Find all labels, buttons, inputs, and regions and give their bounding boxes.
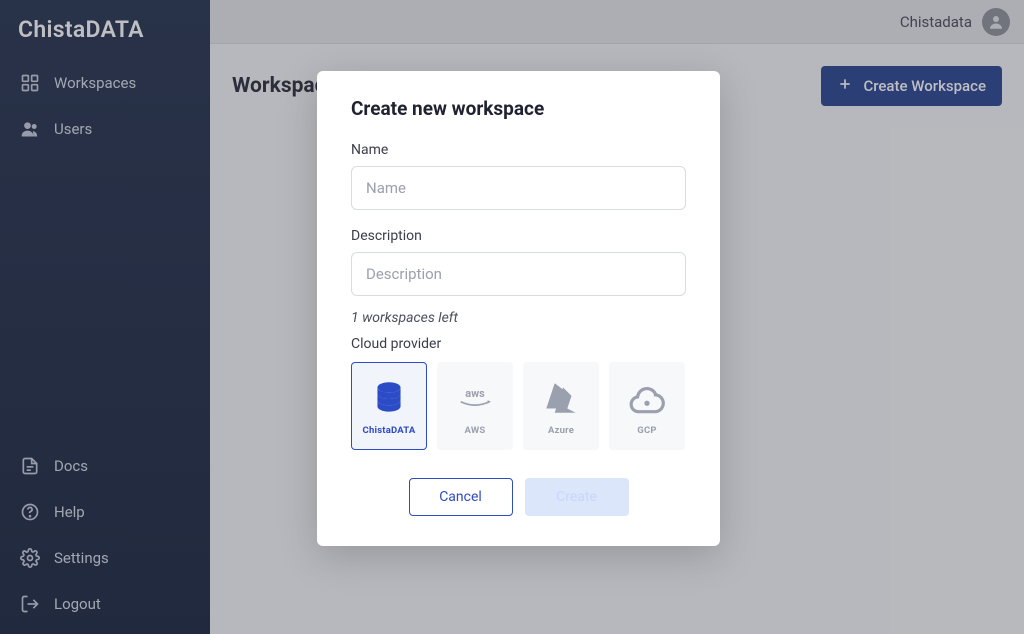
provider-list: ChistaDATA aws AWS Azure GCP — [351, 362, 686, 450]
aws-icon: aws — [454, 377, 496, 419]
provider-label: GCP — [637, 425, 656, 436]
provider-label: Azure — [548, 425, 574, 436]
provider-chistadata[interactable]: ChistaDATA — [351, 362, 427, 450]
svg-text:aws: aws — [465, 387, 485, 400]
modal-actions: Cancel Create — [351, 478, 686, 516]
modal-title: Create new workspace — [351, 97, 686, 120]
cancel-button[interactable]: Cancel — [409, 478, 513, 516]
provider-azure[interactable]: Azure — [523, 362, 599, 450]
create-workspace-modal: Create new workspace Name Description 1 … — [317, 71, 720, 546]
gcp-icon — [626, 377, 668, 419]
workspaces-left-hint: 1 workspaces left — [351, 310, 686, 326]
provider-label: AWS — [465, 425, 486, 436]
provider-gcp[interactable]: GCP — [609, 362, 685, 450]
cloud-provider-label: Cloud provider — [351, 336, 686, 352]
provider-aws[interactable]: aws AWS — [437, 362, 513, 450]
name-label: Name — [351, 142, 686, 158]
chistadata-icon — [368, 377, 410, 419]
azure-icon — [540, 377, 582, 419]
create-button[interactable]: Create — [525, 478, 629, 516]
description-input[interactable] — [351, 252, 686, 296]
provider-label: ChistaDATA — [363, 425, 416, 436]
description-label: Description — [351, 228, 686, 244]
name-input[interactable] — [351, 166, 686, 210]
